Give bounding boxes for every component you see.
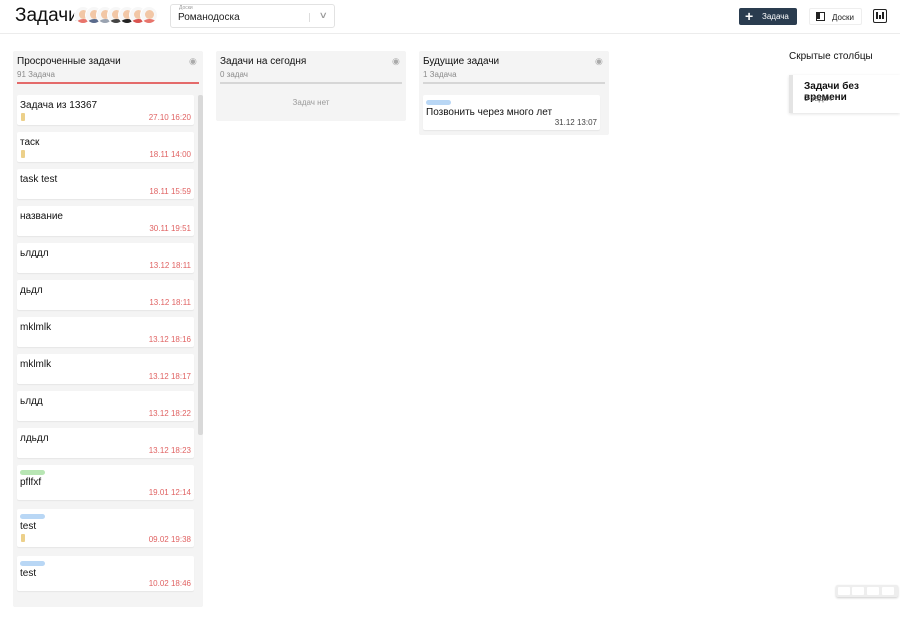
column-overdue: Просроченные задачи 91 Задача ◉ Задача и…	[13, 51, 203, 607]
task-name: лдьдл	[20, 433, 49, 444]
column-count: 91 Задача	[17, 70, 55, 79]
task-card[interactable]: test 10.02 18:46	[17, 556, 194, 591]
column-divider	[17, 82, 199, 84]
hidden-column-count: 0 задач	[804, 94, 832, 103]
top-bar: Задачи Доски Романодоска ∨ + Задача Доск…	[0, 0, 900, 34]
column-today: Задачи на сегодня 0 задач ◉ Задач нет	[216, 51, 406, 121]
task-name: Позвонить через много лет	[426, 107, 553, 118]
task-due-date: 27.10 16:20	[148, 113, 191, 122]
task-card[interactable]: Позвонить через много лет 31.12 13:07	[423, 95, 600, 130]
task-tag	[20, 561, 45, 566]
select-separator	[309, 13, 310, 22]
task-tag	[426, 100, 451, 105]
task-name: test	[20, 568, 37, 579]
column-divider	[423, 82, 605, 84]
avatar-body	[142, 19, 157, 23]
task-tag	[20, 514, 45, 519]
task-due-date: 09.02 19:38	[148, 535, 191, 544]
task-due-date: 13.12 18:23	[148, 446, 191, 455]
scrollbar[interactable]	[198, 95, 203, 605]
task-name: название	[20, 211, 63, 222]
add-task-label: Задача	[762, 12, 789, 21]
task-name: таск	[20, 137, 40, 148]
hidden-columns-title: Скрытые столбцы	[789, 51, 873, 62]
column-title: Просроченные задачи	[17, 56, 121, 67]
task-due-date: 13.12 18:16	[148, 335, 191, 344]
task-due-date: 18.11 14:00	[149, 150, 191, 159]
column-title: Задачи на сегодня	[220, 56, 307, 67]
task-card[interactable]: mklmlk 13.12 18:17	[17, 354, 194, 384]
boards-button[interactable]: Доски	[809, 8, 862, 25]
task-card[interactable]: дьдл 13.12 18:11	[17, 280, 194, 310]
task-name: Задача из 13367	[20, 100, 98, 111]
board-members[interactable]	[74, 6, 158, 26]
task-tag	[20, 470, 45, 475]
add-task-button[interactable]: + Задача	[739, 8, 797, 25]
task-card[interactable]: ьлддл 13.12 18:11	[17, 243, 194, 273]
column-count: 0 задач	[220, 70, 248, 79]
avatar-face	[145, 10, 154, 19]
boards-label: Доски	[832, 13, 854, 22]
task-name: ьлдд	[20, 396, 43, 407]
task-due-date: 31.12 13:07	[554, 118, 597, 127]
chevron-down-icon[interactable]: ∨	[319, 10, 328, 21]
attachment-icon	[21, 113, 25, 121]
task-card[interactable]: task test 18.11 15:59	[17, 169, 194, 199]
board-select-value: Романодоска	[178, 12, 240, 23]
column-title: Будущие задачи	[423, 56, 500, 67]
task-card[interactable]: mklmlk 13.12 18:16	[17, 317, 194, 347]
task-card[interactable]: название 30.11 19:51	[17, 206, 194, 236]
task-name: mklmlk	[20, 322, 52, 333]
task-due-date: 13.12 18:11	[149, 261, 191, 270]
eye-icon[interactable]: ◉	[189, 56, 197, 67]
attachment-icon	[21, 534, 25, 542]
task-due-date: 13.12 18:17	[148, 372, 191, 381]
task-due-date: 10.02 18:46	[148, 579, 191, 588]
task-name: mklmlk	[20, 359, 52, 370]
task-card[interactable]: ьлдд 13.12 18:22	[17, 391, 194, 421]
eye-icon[interactable]: ◉	[392, 56, 400, 67]
task-due-date: 30.11 19:51	[149, 224, 191, 233]
task-card[interactable]: pflfxf 19.01 12:14	[17, 465, 194, 500]
task-due-date: 19.01 12:14	[148, 488, 191, 497]
plus-icon: +	[745, 8, 754, 24]
eye-icon[interactable]: ◉	[595, 56, 603, 67]
hidden-column-item[interactable]: Задачи без времени 0 задач	[789, 75, 900, 113]
task-name: ьлддл	[20, 248, 49, 259]
task-card[interactable]: Задача из 13367 27.10 16:20	[17, 95, 194, 125]
task-card[interactable]: test 09.02 19:38	[17, 509, 194, 547]
task-card[interactable]: лдьдл 13.12 18:23	[17, 428, 194, 458]
task-due-date: 18.11 15:59	[149, 187, 191, 196]
empty-state: Задач нет	[292, 98, 330, 107]
task-name: task test	[20, 174, 58, 185]
task-card[interactable]: таск 18.11 14:00	[17, 132, 194, 162]
task-name: test	[20, 521, 37, 532]
task-name: дьдл	[20, 285, 43, 296]
task-due-date: 13.12 18:22	[148, 409, 191, 418]
column-settings-icon[interactable]	[873, 9, 887, 23]
page-title: Задачи	[15, 5, 79, 26]
column-future: Будущие задачи 1 Задача ◉ Позвонить чере…	[419, 51, 609, 135]
attachment-icon	[21, 150, 25, 158]
column-count: 1 Задача	[423, 70, 457, 79]
avatar[interactable]	[140, 6, 158, 24]
column-divider	[220, 82, 402, 84]
scrollbar-thumb[interactable]	[198, 95, 203, 435]
task-due-date: 13.12 18:11	[149, 298, 191, 307]
minimap-controls[interactable]	[836, 585, 898, 597]
task-name: pflfxf	[20, 477, 42, 488]
boards-icon	[816, 12, 825, 21]
board-select-label: Доски	[179, 5, 193, 11]
board-select[interactable]: Доски Романодоска ∨	[170, 4, 335, 28]
